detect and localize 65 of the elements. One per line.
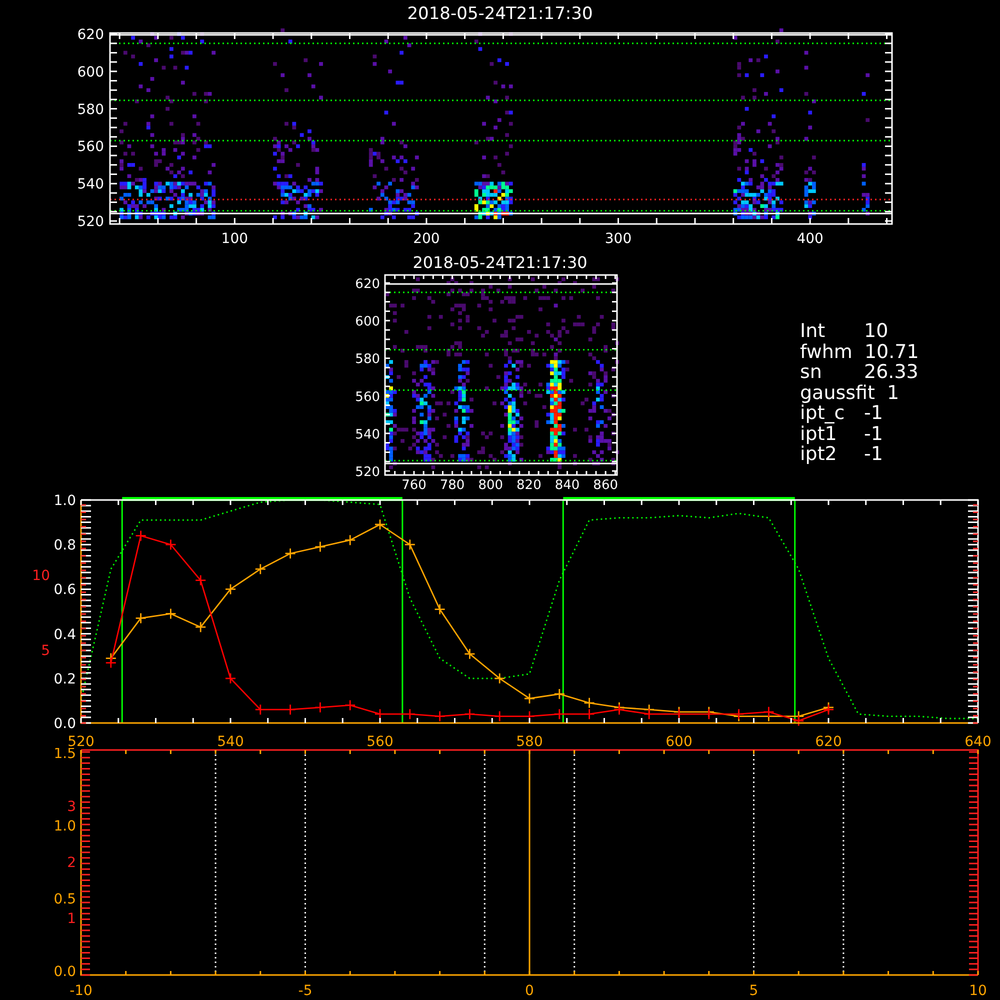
axis-tick-label: 1.0 [54, 493, 76, 509]
parameter-label: sn [800, 362, 823, 382]
axis-tick-label: 620 [77, 27, 104, 43]
axis-tick-label: 760 [402, 478, 426, 490]
parameter-value: 10 [864, 321, 888, 342]
axis-tick-label: 840 [554, 478, 580, 490]
axis-tick-label: 540 [217, 734, 244, 748]
axis-tick-label: 0.0 [54, 716, 76, 732]
axis-tick-label: 0.4 [54, 626, 76, 643]
parameter-label: gaussfit [800, 382, 875, 403]
axis-tick-label: 0.5 [54, 891, 76, 908]
parameter-label: fwhm [800, 342, 852, 362]
axis-tick-label: 600 [355, 314, 380, 330]
axis-tick-label: 560 [366, 734, 394, 748]
axis-tick-label: 780 [440, 478, 465, 490]
axis-tick-label: 1 [67, 911, 76, 927]
axis-tick-label: 10 [969, 983, 987, 999]
parameter-value: -1 [864, 444, 883, 464]
plot-title: 2018-05-24T21:17:30 [412, 253, 588, 272]
axis-tick-label: 620 [355, 277, 380, 292]
parameter-value: -1 [864, 424, 883, 444]
axis-tick-label: 600 [77, 64, 104, 80]
axis-tick-label: 820 [516, 478, 542, 490]
parameter-value: 26.33 [864, 362, 918, 382]
axis-tick-label: -5 [298, 983, 312, 999]
parameter-value: 10.71 [864, 342, 919, 362]
axis-tick-label: 200 [413, 231, 440, 247]
axis-tick-label: 100 [221, 231, 248, 247]
axis-tick-label: 5 [749, 983, 758, 999]
axis-tick-label: 520 [355, 465, 380, 480]
axis-tick-label: 0.2 [54, 671, 76, 688]
axis-tick-label: 520 [68, 734, 94, 748]
axis-tick-label: 0.6 [54, 582, 76, 598]
axis-tick-label: 1.0 [54, 818, 76, 835]
axis-tick-label: 400 [796, 231, 824, 247]
axis-tick-label: 580 [77, 102, 104, 118]
axis-tick-label: 600 [666, 734, 692, 748]
axis-tick-label: 640 [964, 734, 992, 748]
axis-tick-label: 580 [355, 352, 380, 368]
parameter-label: ipt2 [800, 444, 838, 464]
axis-tick-label: 620 [815, 734, 842, 748]
parameter-value: 1 [886, 382, 900, 403]
parameter-value: -1 [864, 403, 883, 424]
axis-tick-label: 540 [77, 176, 104, 193]
axis-tick-label: 3 [67, 799, 76, 815]
axis-tick-label: 860 [593, 478, 618, 490]
axis-tick-label: 560 [355, 390, 380, 405]
parameter-label: ipt_c [800, 403, 845, 424]
axis-tick-label: 0 [525, 983, 534, 999]
axis-tick-label: 10 [32, 568, 50, 584]
axis-tick-label: 580 [516, 734, 543, 748]
axis-tick-label: 800 [478, 478, 504, 490]
axis-tick-label: 0.0 [54, 964, 76, 980]
axis-tick-label: 520 [77, 214, 104, 230]
parameter-label: Int [800, 321, 826, 342]
axis-tick-label: 300 [604, 231, 632, 247]
axis-tick-label: -10 [70, 983, 92, 999]
axis-tick-label: 560 [77, 139, 104, 156]
axis-tick-label: 1.5 [54, 748, 76, 762]
axis-tick-label: 0.8 [54, 538, 76, 554]
axis-tick-label: 540 [355, 427, 380, 442]
axis-tick-label: 2 [67, 855, 76, 871]
plot-title: 2018-05-24T21:17:30 [407, 4, 593, 24]
axis-tick-label: 5 [41, 643, 50, 659]
parameter-label: ipt1 [800, 424, 837, 444]
